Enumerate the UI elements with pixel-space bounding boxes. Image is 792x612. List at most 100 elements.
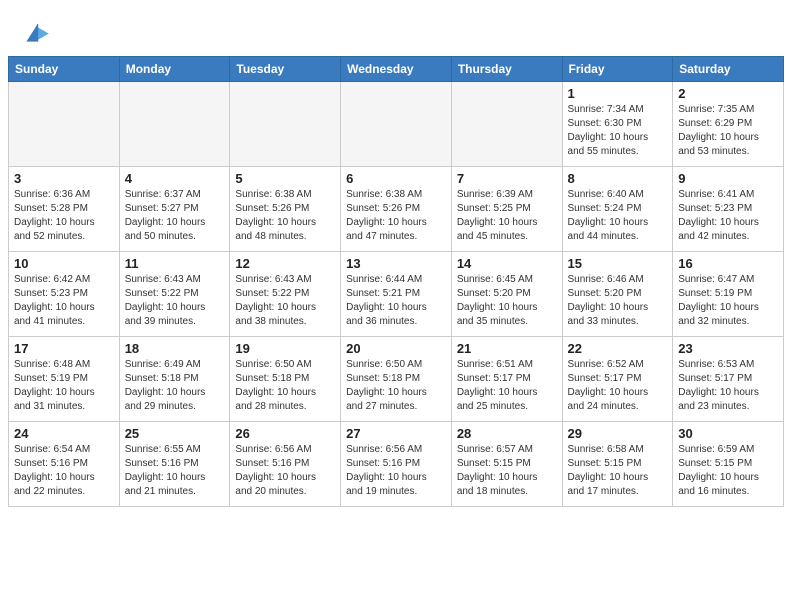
day-header-thursday: Thursday	[451, 57, 562, 82]
calendar-cell: 2Sunrise: 7:35 AM Sunset: 6:29 PM Daylig…	[673, 82, 784, 167]
calendar-cell: 8 Sunrise: 6:40 AM Sunset: 5:24 PM Daylig…	[562, 167, 673, 252]
calendar-cell: 12 Sunrise: 6:43 AM Sunset: 5:22 PM Dayli…	[230, 252, 341, 337]
day-info: Sunrise: 6:40 AM Sunset: 5:24 PM Dayligh…	[568, 188, 668, 244]
day-info: Sunrise: 6:36 AM Sunset: 5:28 PM Dayligh…	[14, 188, 114, 244]
day-info: Sunrise: 6:59 AM Sunset: 5:15 PM Dayligh…	[678, 443, 778, 499]
calendar-table: SundayMondayTuesdayWednesdayThursdayFrid…	[8, 56, 784, 507]
calendar-cell: 28 Sunrise: 6:57 AM Sunset: 5:15 PM Dayli…	[451, 422, 562, 507]
day-header-monday: Monday	[119, 57, 230, 82]
calendar-cell	[119, 82, 230, 167]
header	[0, 0, 792, 56]
day-number: 16	[678, 256, 778, 271]
day-number: 29	[568, 426, 668, 441]
calendar-cell: 5 Sunrise: 6:38 AM Sunset: 5:26 PM Daylig…	[230, 167, 341, 252]
day-number: 13	[346, 256, 446, 271]
calendar-cell: 17Sunrise: 6:48 AM Sunset: 5:19 PM Dayli…	[9, 337, 120, 422]
day-number: 22	[568, 341, 668, 356]
day-number: 5	[235, 171, 335, 186]
week-row-1: 1 Sunrise: 7:34 AM Sunset: 6:30 PM Daylig…	[9, 82, 784, 167]
day-header-tuesday: Tuesday	[230, 57, 341, 82]
calendar-cell: 3 Sunrise: 6:36 AM Sunset: 5:28 PM Daylig…	[9, 167, 120, 252]
logo-icon	[20, 16, 52, 48]
day-header-wednesday: Wednesday	[341, 57, 452, 82]
day-info: Sunrise: 6:47 AM Sunset: 5:19 PM Dayligh…	[678, 273, 778, 329]
day-info: Sunrise: 6:43 AM Sunset: 5:22 PM Dayligh…	[235, 273, 335, 329]
calendar-cell	[230, 82, 341, 167]
week-row-5: 24 Sunrise: 6:54 AM Sunset: 5:16 PM Dayli…	[9, 422, 784, 507]
day-number: 19	[235, 341, 335, 356]
day-info: Sunrise: 6:50 AM Sunset: 5:18 PM Dayligh…	[346, 358, 446, 414]
day-info: Sunrise: 6:57 AM Sunset: 5:15 PM Dayligh…	[457, 443, 557, 499]
calendar-cell: 10 Sunrise: 6:42 AM Sunset: 5:23 PM Dayli…	[9, 252, 120, 337]
day-number: 28	[457, 426, 557, 441]
calendar-cell: 13 Sunrise: 6:44 AM Sunset: 5:21 PM Dayli…	[341, 252, 452, 337]
week-row-3: 10 Sunrise: 6:42 AM Sunset: 5:23 PM Dayli…	[9, 252, 784, 337]
calendar-cell: 22 Sunrise: 6:52 AM Sunset: 5:17 PM Dayli…	[562, 337, 673, 422]
calendar-cell: 23 Sunrise: 6:53 AM Sunset: 5:17 PM Dayli…	[673, 337, 784, 422]
calendar-wrapper: SundayMondayTuesdayWednesdayThursdayFrid…	[0, 56, 792, 515]
day-number: 26	[235, 426, 335, 441]
calendar-cell: 14Sunrise: 6:45 AM Sunset: 5:20 PM Dayli…	[451, 252, 562, 337]
calendar-cell: 6 Sunrise: 6:38 AM Sunset: 5:26 PM Daylig…	[341, 167, 452, 252]
calendar-cell: 9 Sunrise: 6:41 AM Sunset: 5:23 PM Daylig…	[673, 167, 784, 252]
day-number: 10	[14, 256, 114, 271]
day-header-saturday: Saturday	[673, 57, 784, 82]
calendar-cell: 11Sunrise: 6:43 AM Sunset: 5:22 PM Dayli…	[119, 252, 230, 337]
day-number: 6	[346, 171, 446, 186]
day-info: Sunrise: 6:42 AM Sunset: 5:23 PM Dayligh…	[14, 273, 114, 329]
day-info: Sunrise: 6:41 AM Sunset: 5:23 PM Dayligh…	[678, 188, 778, 244]
day-info: Sunrise: 6:38 AM Sunset: 5:26 PM Dayligh…	[346, 188, 446, 244]
day-number: 2	[678, 86, 778, 101]
day-number: 15	[568, 256, 668, 271]
header-row: SundayMondayTuesdayWednesdayThursdayFrid…	[9, 57, 784, 82]
day-number: 18	[125, 341, 225, 356]
calendar-header: SundayMondayTuesdayWednesdayThursdayFrid…	[9, 57, 784, 82]
day-info: Sunrise: 6:45 AM Sunset: 5:20 PM Dayligh…	[457, 273, 557, 329]
day-header-sunday: Sunday	[9, 57, 120, 82]
calendar-cell: 19 Sunrise: 6:50 AM Sunset: 5:18 PM Dayli…	[230, 337, 341, 422]
day-number: 1	[568, 86, 668, 101]
day-number: 20	[346, 341, 446, 356]
calendar-cell	[451, 82, 562, 167]
day-info: Sunrise: 6:51 AM Sunset: 5:17 PM Dayligh…	[457, 358, 557, 414]
day-info: Sunrise: 7:34 AM Sunset: 6:30 PM Dayligh…	[568, 103, 668, 159]
day-number: 12	[235, 256, 335, 271]
calendar-cell: 7 Sunrise: 6:39 AM Sunset: 5:25 PM Daylig…	[451, 167, 562, 252]
calendar-cell: 29 Sunrise: 6:58 AM Sunset: 5:15 PM Dayli…	[562, 422, 673, 507]
day-number: 23	[678, 341, 778, 356]
calendar-cell: 1 Sunrise: 7:34 AM Sunset: 6:30 PM Daylig…	[562, 82, 673, 167]
day-number: 4	[125, 171, 225, 186]
calendar-cell: 16 Sunrise: 6:47 AM Sunset: 5:19 PM Dayli…	[673, 252, 784, 337]
day-info: Sunrise: 6:53 AM Sunset: 5:17 PM Dayligh…	[678, 358, 778, 414]
calendar-body: 1 Sunrise: 7:34 AM Sunset: 6:30 PM Daylig…	[9, 82, 784, 507]
day-info: Sunrise: 6:52 AM Sunset: 5:17 PM Dayligh…	[568, 358, 668, 414]
day-info: Sunrise: 6:43 AM Sunset: 5:22 PM Dayligh…	[125, 273, 225, 329]
day-info: Sunrise: 6:55 AM Sunset: 5:16 PM Dayligh…	[125, 443, 225, 499]
day-number: 8	[568, 171, 668, 186]
day-info: Sunrise: 6:54 AM Sunset: 5:16 PM Dayligh…	[14, 443, 114, 499]
calendar-cell: 15Sunrise: 6:46 AM Sunset: 5:20 PM Dayli…	[562, 252, 673, 337]
calendar-cell: 30 Sunrise: 6:59 AM Sunset: 5:15 PM Dayli…	[673, 422, 784, 507]
calendar-cell	[341, 82, 452, 167]
day-info: Sunrise: 6:39 AM Sunset: 5:25 PM Dayligh…	[457, 188, 557, 244]
calendar-cell: 27Sunrise: 6:56 AM Sunset: 5:16 PM Dayli…	[341, 422, 452, 507]
week-row-2: 3 Sunrise: 6:36 AM Sunset: 5:28 PM Daylig…	[9, 167, 784, 252]
day-number: 27	[346, 426, 446, 441]
calendar-cell	[9, 82, 120, 167]
day-number: 24	[14, 426, 114, 441]
day-number: 9	[678, 171, 778, 186]
logo	[20, 16, 56, 48]
day-info: Sunrise: 6:49 AM Sunset: 5:18 PM Dayligh…	[125, 358, 225, 414]
day-info: Sunrise: 6:58 AM Sunset: 5:15 PM Dayligh…	[568, 443, 668, 499]
week-row-4: 17Sunrise: 6:48 AM Sunset: 5:19 PM Dayli…	[9, 337, 784, 422]
calendar-cell: 24 Sunrise: 6:54 AM Sunset: 5:16 PM Dayli…	[9, 422, 120, 507]
day-number: 25	[125, 426, 225, 441]
day-info: Sunrise: 6:38 AM Sunset: 5:26 PM Dayligh…	[235, 188, 335, 244]
day-info: Sunrise: 6:50 AM Sunset: 5:18 PM Dayligh…	[235, 358, 335, 414]
calendar-cell: 4Sunrise: 6:37 AM Sunset: 5:27 PM Daylig…	[119, 167, 230, 252]
day-number: 7	[457, 171, 557, 186]
day-number: 30	[678, 426, 778, 441]
day-info: Sunrise: 6:44 AM Sunset: 5:21 PM Dayligh…	[346, 273, 446, 329]
day-number: 3	[14, 171, 114, 186]
day-header-friday: Friday	[562, 57, 673, 82]
